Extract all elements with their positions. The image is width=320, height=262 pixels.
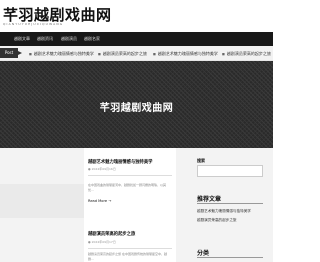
post-excerpt: 越剧演员荣高的起步之旅 在中国戏剧传统的璀璨星空中，越剧... [88, 252, 167, 261]
site-header: 芊羽越剧戏曲网 QIANYUYUEJUXIQUWANG [0, 0, 273, 32]
nav-item-yueju-masters[interactable]: 越剧名家 [84, 36, 100, 42]
recommended-widget-title: 推荐文章 [197, 196, 222, 203]
ticker-item[interactable]: 越剧艺术魅力瑰丽情感与独特美学 [29, 51, 94, 57]
post-date: ● 2024年09月17日 [88, 240, 116, 244]
ticker-item[interactable]: 越剧演员荣高的起步之旅 [98, 51, 147, 57]
post-title[interactable]: 越剧艺术魅力瑰丽情感与独特美学 [88, 159, 152, 165]
ticker-item[interactable]: 越剧演员荣高的起步之旅 [222, 51, 271, 57]
post-thumbnail[interactable] [0, 184, 84, 218]
post-date: ● 2024年09月16日 [88, 167, 116, 171]
post-ticker: Post 越剧艺术魅力瑰丽情感与独特美学 越剧演员荣高的起步之旅 越剧艺术魅力瑰… [0, 46, 273, 61]
site-subtitle: QIANYUYUEJUXIQUWANG [3, 22, 64, 26]
recommended-link[interactable]: 越剧艺术魅力瑰丽情感与独特美学 [197, 209, 251, 214]
nav-item-yueju-articles[interactable]: 越剧文章 [14, 36, 30, 42]
recommended-link[interactable]: 越剧演员荣高的起步之旅 [197, 218, 237, 223]
search-input[interactable] [197, 165, 263, 177]
post-excerpt: 在中国戏曲的璀璨星河中，越剧犹如一颗闪耀的明珠，以其优... [88, 183, 167, 192]
divider [88, 248, 172, 249]
divider [197, 203, 263, 204]
ticker-item[interactable]: 越剧艺术魅力瑰丽情感与独特美学 [153, 51, 218, 57]
main-navigation: 越剧文章 越剧资讯 越剧演员 越剧名家 [0, 32, 273, 46]
ticker-badge: Post [0, 48, 22, 58]
divider [197, 257, 263, 258]
sidebar: 搜索 推荐文章 越剧艺术魅力瑰丽情感与独特美学 越剧演员荣高的起步之旅 分类 [193, 148, 273, 262]
read-more-link[interactable]: Read More → [88, 199, 111, 203]
post-card: 越剧演员荣高的起步之旅 ● 2024年09月17日 越剧演员荣高的起步之旅 在中… [84, 224, 176, 262]
post-card: 越剧艺术魅力瑰丽情感与独特美学 ● 2024年09月16日 在中国戏曲的璀璨星河… [84, 148, 176, 232]
hero-banner: 芊羽越剧戏曲网 [0, 61, 273, 148]
post-title[interactable]: 越剧演员荣高的起步之旅 [88, 231, 135, 237]
search-widget-title: 搜索 [197, 158, 205, 163]
categories-widget-title: 分类 [197, 250, 210, 257]
nav-item-yueju-actors[interactable]: 越剧演员 [61, 36, 77, 42]
hero-title: 芊羽越剧戏曲网 [99, 103, 174, 114]
divider [88, 175, 172, 176]
nav-item-yueju-news[interactable]: 越剧资讯 [37, 36, 53, 42]
